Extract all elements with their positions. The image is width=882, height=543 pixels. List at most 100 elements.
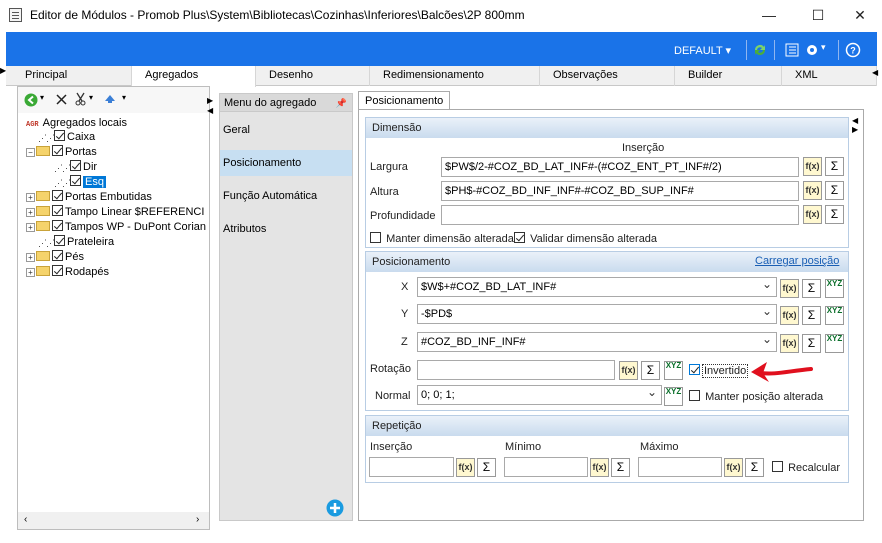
- tab-observacoes[interactable]: Observações: [540, 66, 675, 86]
- gear-icon[interactable]: [804, 42, 820, 58]
- xyz-button[interactable]: XYZ: [825, 306, 844, 325]
- sum-button[interactable]: Σ: [745, 458, 764, 477]
- checkbox[interactable]: [52, 205, 63, 216]
- help-icon[interactable]: ?: [845, 42, 861, 58]
- tab-xml[interactable]: XML: [782, 66, 877, 86]
- maximize-button[interactable]: ☐: [795, 0, 841, 30]
- xyz-button[interactable]: XYZ: [664, 361, 683, 380]
- pin-icon[interactable]: 📌: [336, 94, 347, 112]
- horizontal-scrollbar[interactable]: ‹ ›: [18, 512, 209, 529]
- tree-root[interactable]: AGR Agregados locais: [26, 116, 127, 131]
- checkbox[interactable]: [52, 145, 63, 156]
- formula-button[interactable]: f(x): [780, 334, 799, 353]
- checkbox[interactable]: [54, 130, 65, 141]
- xyz-button[interactable]: XYZ: [825, 334, 844, 353]
- recalculate-checkbox[interactable]: Recalcular: [772, 461, 840, 474]
- checkbox[interactable]: [52, 265, 63, 276]
- tree-item-prateleira[interactable]: ⋰⋰ Prateleira: [38, 235, 114, 250]
- chevron-down-icon[interactable]: ▾: [821, 42, 826, 53]
- formula-button[interactable]: f(x): [780, 306, 799, 325]
- tab-builder[interactable]: Builder: [675, 66, 782, 86]
- checkbox[interactable]: [54, 235, 65, 246]
- validate-dimension-checkbox[interactable]: Validar dimensão alterada: [514, 232, 657, 245]
- tree-item-caixa[interactable]: ⋰⋰ Caixa: [38, 130, 95, 145]
- tree-item-dir[interactable]: ⋰⋰ Dir: [54, 160, 97, 175]
- checkbox[interactable]: [689, 390, 700, 401]
- sum-button[interactable]: Σ: [802, 334, 821, 353]
- minimize-button[interactable]: —: [746, 0, 792, 30]
- tree-item-rodapes[interactable]: + Rodapés: [26, 265, 109, 280]
- sum-button[interactable]: Σ: [825, 157, 844, 176]
- sum-button[interactable]: Σ: [477, 458, 496, 477]
- tab-scroll-right[interactable]: ◀: [872, 68, 878, 77]
- delete-icon[interactable]: [55, 93, 68, 106]
- formula-button[interactable]: f(x): [456, 458, 475, 477]
- sum-button[interactable]: Σ: [802, 279, 821, 298]
- profile-dropdown[interactable]: DEFAULT ▾: [674, 44, 731, 57]
- formula-button[interactable]: f(x): [724, 458, 743, 477]
- panel-collapse-icon[interactable]: ▶: [207, 96, 213, 105]
- refresh-icon[interactable]: [752, 42, 768, 58]
- tree-item-esq[interactable]: ⋰⋰ Esq: [54, 175, 106, 190]
- normal-input[interactable]: 0; 0; 1;: [417, 385, 662, 405]
- x-input[interactable]: $W$+#COZ_BD_LAT_INF#: [417, 277, 777, 297]
- formula-button[interactable]: f(x): [780, 279, 799, 298]
- inverted-checkbox[interactable]: Invertido: [689, 364, 749, 378]
- menu-item-funcao-automatica[interactable]: Função Automática: [220, 183, 352, 209]
- add-icon[interactable]: [326, 499, 344, 517]
- formula-button[interactable]: f(x): [803, 205, 822, 224]
- tab-principal[interactable]: Principal: [12, 66, 132, 86]
- menu-item-atributos[interactable]: Atributos: [220, 216, 352, 242]
- tab-posicionamento[interactable]: Posicionamento: [358, 91, 451, 110]
- checkbox[interactable]: [70, 175, 81, 186]
- scroll-left-icon[interactable]: ‹: [24, 514, 27, 525]
- checkbox[interactable]: [52, 250, 63, 261]
- expand-icon[interactable]: +: [26, 268, 35, 277]
- formula-button[interactable]: f(x): [803, 157, 822, 176]
- tab-agregados[interactable]: Agregados: [132, 66, 256, 87]
- y-input[interactable]: -$PD$: [417, 304, 777, 324]
- chevron-down-icon[interactable]: ▾: [89, 93, 93, 102]
- formula-button[interactable]: f(x): [619, 361, 638, 380]
- close-button[interactable]: ✕: [837, 0, 882, 30]
- panel-expand-icon[interactable]: ▶: [852, 125, 858, 134]
- chevron-down-icon[interactable]: ▾: [40, 93, 44, 102]
- panel-collapse-icon[interactable]: ◀: [852, 116, 858, 125]
- keep-dimension-checkbox[interactable]: Manter dimensão alterada: [370, 232, 514, 245]
- tab-redimensionamento[interactable]: Redimensionamento: [370, 66, 540, 86]
- checkbox[interactable]: [52, 220, 63, 231]
- xyz-button[interactable]: XYZ: [825, 279, 844, 298]
- tree-item-portas-embutidas[interactable]: + Portas Embutidas: [26, 190, 152, 205]
- repeat-maximum-input[interactable]: [638, 457, 722, 477]
- sum-button[interactable]: Σ: [825, 181, 844, 200]
- rotation-input[interactable]: [417, 360, 615, 380]
- sum-button[interactable]: Σ: [802, 306, 821, 325]
- sum-button[interactable]: Σ: [641, 361, 660, 380]
- expand-icon[interactable]: +: [26, 208, 35, 217]
- scroll-right-icon[interactable]: ›: [196, 514, 199, 525]
- xyz-button[interactable]: XYZ: [664, 387, 683, 406]
- tree-item-tampos-wp[interactable]: + Tampos WP - DuPont Corian: [26, 220, 206, 235]
- menu-item-posicionamento[interactable]: Posicionamento: [220, 150, 352, 176]
- checkbox[interactable]: [70, 160, 81, 171]
- load-position-link[interactable]: Carregar posição: [755, 255, 839, 267]
- menu-item-geral[interactable]: Geral: [220, 117, 352, 143]
- list-icon[interactable]: [784, 42, 800, 58]
- depth-input[interactable]: [441, 205, 799, 225]
- checkbox[interactable]: [689, 364, 700, 375]
- expand-icon[interactable]: +: [26, 223, 35, 232]
- panel-expand-icon[interactable]: ◀: [207, 106, 213, 115]
- tree-item-tampo-linear[interactable]: + Tampo Linear $REFERENCI: [26, 205, 204, 220]
- formula-button[interactable]: f(x): [590, 458, 609, 477]
- back-icon[interactable]: [24, 93, 38, 107]
- tab-desenho[interactable]: Desenho: [256, 66, 370, 86]
- width-input[interactable]: $PW$/2-#COZ_BD_LAT_INF#-(#COZ_ENT_PT_INF…: [441, 157, 799, 177]
- checkbox[interactable]: [514, 232, 525, 243]
- tree-item-pes[interactable]: + Pés: [26, 250, 84, 265]
- height-input[interactable]: $PH$-#COZ_BD_INF_INF#-#COZ_BD_SUP_INF#: [441, 181, 799, 201]
- collapse-icon[interactable]: −: [26, 148, 35, 157]
- repeat-insertion-input[interactable]: [369, 457, 454, 477]
- move-up-icon[interactable]: [104, 94, 116, 104]
- checkbox[interactable]: [370, 232, 381, 243]
- keep-position-checkbox[interactable]: Manter posição alterada: [689, 390, 823, 403]
